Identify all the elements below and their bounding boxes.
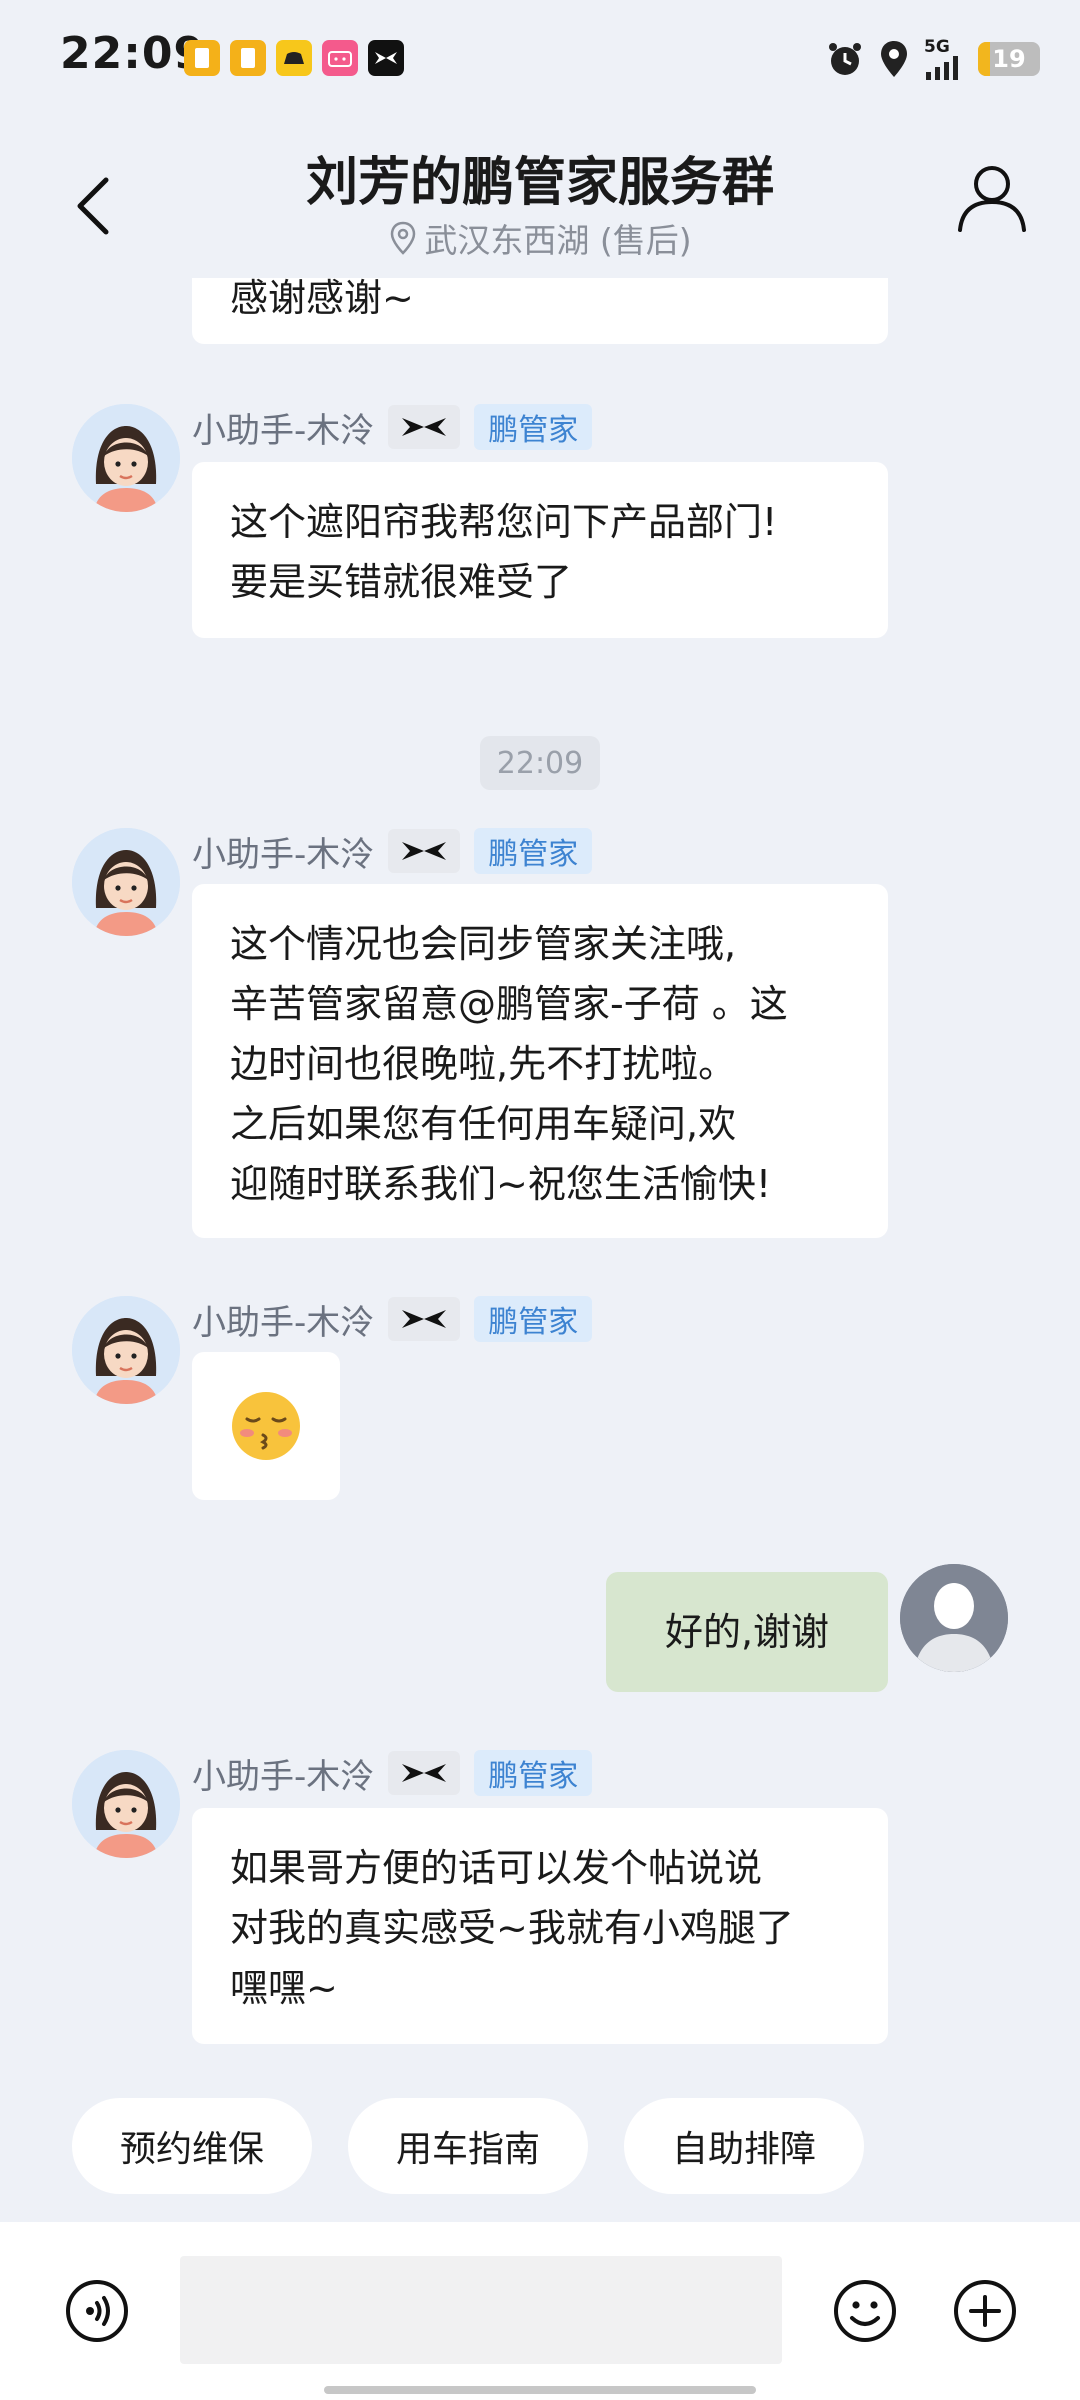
sender-info: 小助手-木泠 鹏管家 [192,1294,593,1344]
my-avatar[interactable] [900,1564,1008,1672]
role-badge: 鹏管家 [474,1750,593,1796]
plus-icon [954,2280,1016,2342]
taxi-app-icon [276,40,312,76]
input-bar [0,2222,1080,2400]
sim-card-icon [230,40,266,76]
sim-card-icon [184,40,220,76]
message-line: 辛苦管家留意@鹏管家-子荷 。这 [230,982,788,1026]
message-timestamp: 22:09 [480,736,600,790]
sender-name: 小助手-木泠 [192,834,375,875]
message-line: 嘿嘿~ [230,1966,338,2010]
chip-self-troubleshoot[interactable]: 自助排障 [624,2098,864,2194]
page-title: 刘芳的鹏管家服务群 [305,153,774,213]
message-line: 这个情况也会同步管家关注哦, [230,922,737,966]
battery-level: 19 [992,45,1026,73]
location-icon [881,41,907,77]
message-bubble[interactable]: 这个情况也会同步管家关注哦, 辛苦管家留意@鹏管家-子荷 。这 边时间也很晚啦,… [192,884,888,1238]
group-members-button[interactable] [950,158,1030,238]
avatar[interactable] [72,1296,180,1404]
message-line: 要是买错就很难受了 [230,560,573,604]
xpeng-logo-icon [388,829,461,873]
alarm-icon [829,43,861,75]
own-message-bubble[interactable]: 好的,谢谢 [606,1572,888,1692]
network-type: 5G [924,37,950,57]
smiley-icon [834,2280,896,2342]
sender-name: 小助手-木泠 [192,410,375,451]
status-right: 5G 19 [826,34,1040,84]
chat-header: 刘芳的鹏管家服务群 武汉东西湖 (售后) [0,118,1080,278]
xpeng-logo-icon [388,1751,461,1795]
home-indicator[interactable] [324,2386,756,2394]
xpeng-app-icon [368,40,404,76]
battery-indicator: 19 [978,42,1040,76]
quick-actions: 预约维保 用车指南 自助排障 [0,2098,1080,2198]
message-line: 之后如果您有任何用车疑问,欢 [230,1102,737,1146]
message-input[interactable] [180,2256,782,2364]
message-bubble[interactable]: 这个遮阳帘我帮您问下产品部门! 要是买错就很难受了 [192,462,888,638]
battery-fill [978,42,991,76]
kissing-face-icon [232,1392,300,1460]
message-bubble[interactable]: 感谢感谢~ [192,278,888,344]
sender-info: 小助手-木泠 鹏管家 [192,1748,593,1798]
message-bubble[interactable]: 如果哥方便的话可以发个帖说说 对我的真实感受~我就有小鸡腿了 嘿嘿~ [192,1808,888,2044]
avatar[interactable] [72,828,180,936]
message-text: 好的,谢谢 [664,1610,830,1654]
role-badge: 鹏管家 [474,828,593,874]
emoji-button[interactable] [830,2276,900,2346]
message-line: 这个遮阳帘我帮您问下产品部门! [230,500,778,544]
message-bubble[interactable] [192,1352,340,1500]
sender-info: 小助手-木泠 鹏管家 [192,402,593,452]
chip-maintenance-booking[interactable]: 预约维保 [72,2098,312,2194]
role-badge: 鹏管家 [474,1296,593,1342]
role-badge: 鹏管家 [474,404,593,450]
sender-name: 小助手-木泠 [192,1302,375,1343]
message-list[interactable]: 感谢感谢~ 小助手-木泠 鹏管家 这个遮阳帘我帮您问下产品部门! 要是买错就很难… [0,278,1080,2098]
signal-icon [926,56,958,80]
signal-indicator: 5G [924,38,964,80]
chip-car-guide[interactable]: 用车指南 [348,2098,588,2194]
voice-input-button[interactable] [62,2276,132,2346]
location-label: 武汉东西湖 (售后) [424,221,692,260]
store-location[interactable]: 武汉东西湖 (售后) [0,214,1080,262]
location-pin-icon [391,221,416,255]
more-options-button[interactable] [950,2276,1020,2346]
sender-info: 小助手-木泠 鹏管家 [192,826,593,876]
message-line: 对我的真实感受~我就有小鸡腿了 [230,1906,794,1950]
message-line: 如果哥方便的话可以发个帖说说 [230,1846,763,1890]
voice-icon [66,2280,128,2342]
message-line: 边时间也很晚啦,先不打扰啦。 [230,1042,737,1086]
avatar[interactable] [72,404,180,512]
message-line: 迎随时联系我们~祝您生活愉快! [230,1162,772,1206]
xpeng-logo-icon [388,405,461,449]
status-bar: 22:09 5G 19 [0,0,1080,118]
avatar[interactable] [72,1750,180,1858]
bilibili-icon [322,40,358,76]
user-icon [958,166,1026,232]
message-text: 感谢感谢~ [230,278,414,320]
sender-name: 小助手-木泠 [192,1756,375,1797]
xpeng-logo-icon [388,1297,461,1341]
